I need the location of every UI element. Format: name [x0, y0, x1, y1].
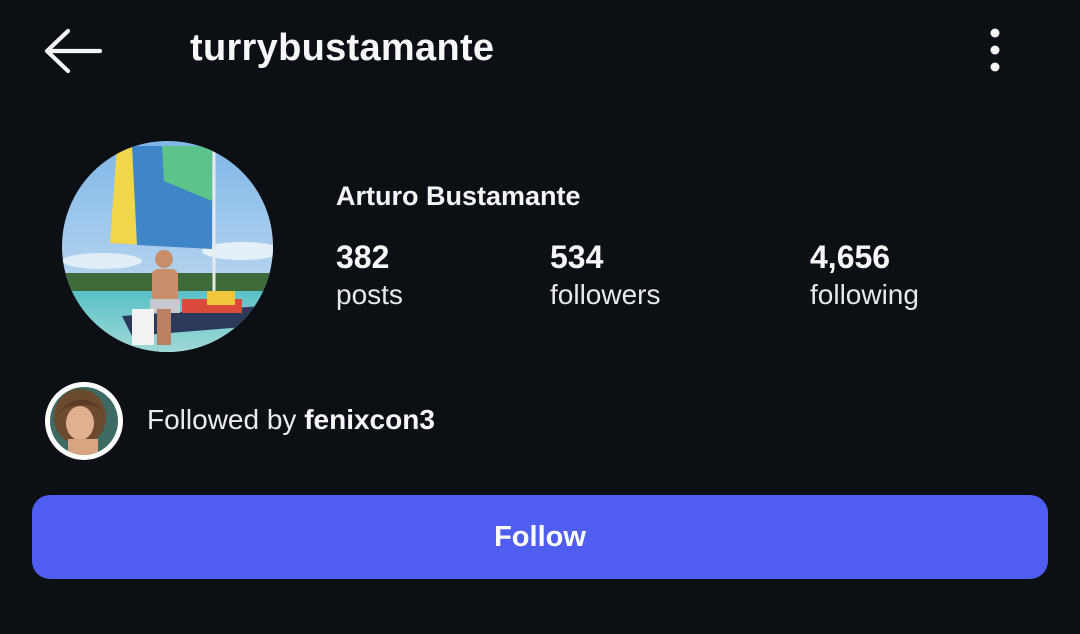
- followers-stat[interactable]: 534 followers: [550, 238, 660, 312]
- following-label: following: [810, 279, 919, 310]
- posts-stat[interactable]: 382 posts: [336, 238, 403, 312]
- mutual-follower-photo: [50, 387, 118, 455]
- followed-by-username[interactable]: fenixcon3: [304, 404, 435, 435]
- more-options-button[interactable]: [972, 22, 1018, 76]
- arrow-left-icon: [44, 28, 103, 74]
- followed-by-prefix: Followed by: [147, 404, 305, 435]
- followers-count: 534: [550, 239, 604, 275]
- page-title: turrybustamante: [190, 27, 495, 69]
- profile-photo: [62, 141, 273, 352]
- following-count: 4,656: [810, 239, 891, 275]
- posts-label: posts: [336, 279, 403, 310]
- profile-screen: turrybustamante Arturo Bustamante 382 po…: [0, 0, 1080, 634]
- more-vertical-icon: [990, 28, 1000, 72]
- followed-by-text[interactable]: Followed by fenixcon3: [147, 402, 435, 438]
- mutual-follower-avatar[interactable]: [45, 382, 123, 460]
- following-stat[interactable]: 4,656 following: [810, 238, 919, 312]
- profile-avatar[interactable]: [62, 141, 273, 352]
- follow-button[interactable]: Follow: [32, 495, 1048, 579]
- profile-full-name: Arturo Bustamante: [336, 181, 581, 211]
- posts-count: 382: [336, 239, 390, 275]
- followers-label: followers: [550, 279, 661, 310]
- back-button[interactable]: [40, 26, 106, 76]
